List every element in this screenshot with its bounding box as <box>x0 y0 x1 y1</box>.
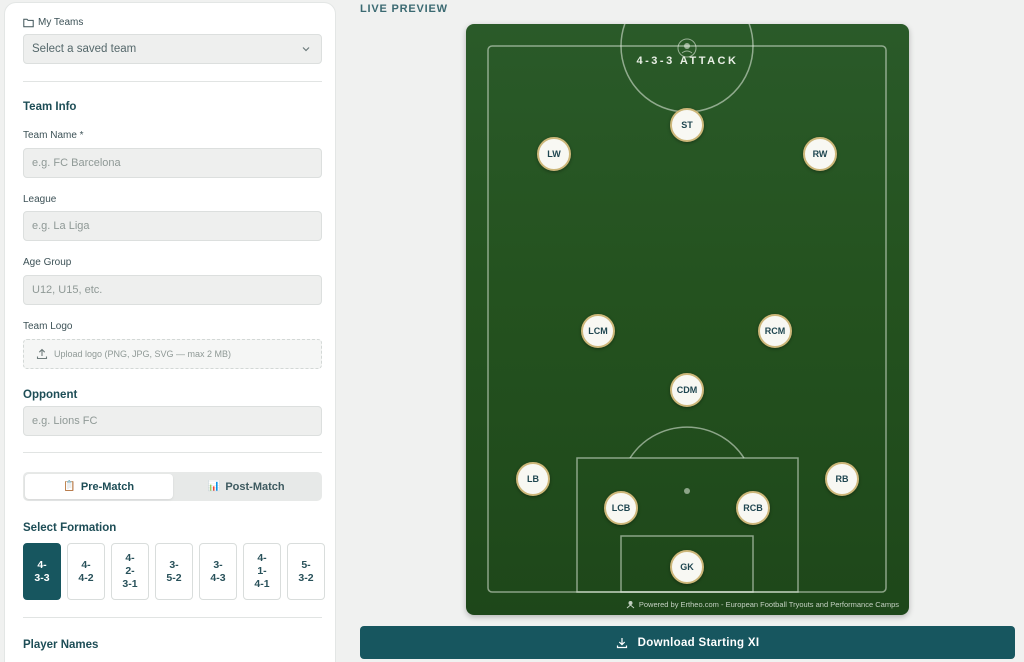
age-group-input[interactable]: U12, U15, etc. <box>23 275 322 305</box>
formation-button-3-4-3[interactable]: 3- 4-3 <box>199 543 237 600</box>
opponent-title: Opponent <box>23 389 78 401</box>
powered-by-text: Powered by Ertheo.com - European Footbal… <box>638 600 899 609</box>
player-marker-rw[interactable]: RW <box>803 137 837 171</box>
chevron-down-icon <box>302 47 310 52</box>
league-input[interactable]: e.g. La Liga <box>23 211 322 241</box>
pre-match-tab[interactable]: 📋 Pre-Match <box>25 474 173 499</box>
player-marker-rcm[interactable]: RCM <box>758 314 792 348</box>
opponent-placeholder: e.g. Lions FC <box>32 415 98 427</box>
player-marker-st[interactable]: ST <box>670 108 704 142</box>
formation-button-4-1-4-1[interactable]: 4- 1- 4-1 <box>243 543 281 600</box>
team-info-title: Team Info <box>23 101 77 113</box>
match-mode-toggle: 📋 Pre-Match 📊 Post-Match <box>23 472 322 501</box>
saved-team-select[interactable]: Select a saved team <box>23 34 322 64</box>
team-settings-panel: My Teams Select a saved team Team Info T… <box>4 2 336 662</box>
league-label: League <box>23 194 57 205</box>
live-preview-label: LIVE PREVIEW <box>360 3 448 15</box>
divider <box>23 81 322 82</box>
team-name-label: Team Name * <box>23 130 84 141</box>
player-marker-lb[interactable]: LB <box>516 462 550 496</box>
player-marker-rcb[interactable]: RCB <box>736 491 770 525</box>
player-names-title: Player Names <box>23 639 99 651</box>
player-marker-gk[interactable]: GK <box>670 550 704 584</box>
formation-button-4-2-3-1[interactable]: 4- 2- 3-1 <box>111 543 149 600</box>
upload-text: Upload logo (PNG, JPG, SVG — max 2 MB) <box>54 349 232 359</box>
download-icon <box>616 637 627 648</box>
team-logo-label: Team Logo <box>23 321 73 332</box>
age-group-label: Age Group <box>23 257 72 268</box>
formation-button-3-5-2[interactable]: 3- 5-2 <box>155 543 193 600</box>
folder-icon <box>23 18 34 27</box>
download-label: Download Starting XI <box>637 636 760 649</box>
my-teams-label: My Teams <box>38 17 84 28</box>
download-starting-xi-button[interactable]: Download Starting XI <box>360 626 1015 659</box>
pre-match-label: Pre-Match <box>80 480 135 493</box>
post-match-label: Post-Match <box>225 480 285 493</box>
logo-upload-dropzone[interactable]: Upload logo (PNG, JPG, SVG — max 2 MB) <box>23 339 322 369</box>
player-marker-lcm[interactable]: LCM <box>581 314 615 348</box>
opponent-input[interactable]: e.g. Lions FC <box>23 406 322 436</box>
team-name-placeholder: e.g. FC Barcelona <box>32 157 121 169</box>
player-marker-lcb[interactable]: LCB <box>604 491 638 525</box>
formation-button-4-4-2[interactable]: 4- 4-2 <box>67 543 105 600</box>
bar-chart-icon: 📊 <box>207 481 221 492</box>
player-marker-lw[interactable]: LW <box>537 137 571 171</box>
pitch-preview: 4-3-3 ATTACK ST LW RW LCM RCM CDM LB RB … <box>466 24 909 615</box>
my-teams-header: My Teams <box>23 17 83 28</box>
post-match-tab[interactable]: 📊 Post-Match <box>173 474 321 499</box>
powered-by-footer: Powered by Ertheo.com - European Footbal… <box>626 600 899 609</box>
upload-icon <box>36 348 48 360</box>
select-formation-title: Select Formation <box>23 522 117 534</box>
divider <box>23 617 322 618</box>
player-marker-rb[interactable]: RB <box>825 462 859 496</box>
saved-team-placeholder: Select a saved team <box>32 43 137 55</box>
age-group-placeholder: U12, U15, etc. <box>32 284 103 296</box>
team-name-input[interactable]: e.g. FC Barcelona <box>23 148 322 178</box>
formation-button-4-3-3[interactable]: 4- 3-3 <box>23 543 61 600</box>
formation-picker: 4- 3-3 4- 4-2 4- 2- 3-1 3- 5-2 3- 4-3 4-… <box>23 543 325 600</box>
formation-button-5-3-2[interactable]: 5- 3-2 <box>287 543 325 600</box>
league-placeholder: e.g. La Liga <box>32 220 90 232</box>
clipboard-icon: 📋 <box>63 481 76 492</box>
ertheo-logo-icon <box>626 601 635 609</box>
player-marker-cdm[interactable]: CDM <box>670 373 704 407</box>
formation-title: 4-3-3 ATTACK <box>636 55 739 67</box>
divider <box>23 452 322 453</box>
